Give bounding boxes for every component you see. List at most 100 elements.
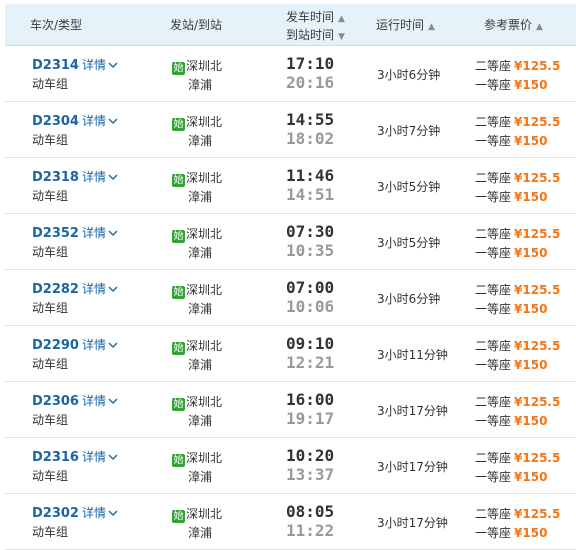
train-number-text[interactable]: D2306 <box>32 394 79 409</box>
first-class-label: 一等座 <box>475 134 512 148</box>
train-number[interactable]: D2304 详情 <box>32 112 118 129</box>
chevron-down-icon[interactable] <box>108 454 118 460</box>
detail-link[interactable]: 详情 <box>82 338 118 352</box>
train-number[interactable]: D2316 详情 <box>32 448 118 465</box>
start-station-icon: 始 <box>172 62 185 75</box>
detail-label[interactable]: 详情 <box>82 226 106 240</box>
chevron-down-icon[interactable] <box>108 342 118 348</box>
departure-time: 10:20 <box>286 446 335 465</box>
chevron-down-icon[interactable] <box>108 230 118 236</box>
detail-label[interactable]: 详情 <box>82 170 106 184</box>
arrival-time: 11:22 <box>286 521 335 540</box>
detail-link[interactable]: 详情 <box>82 114 118 128</box>
first-class-label: 一等座 <box>475 470 512 484</box>
chevron-down-icon[interactable] <box>108 118 118 124</box>
second-class-label: 二等座 <box>475 451 512 465</box>
train-number[interactable]: D2314 详情 <box>32 56 118 73</box>
header-train-type: 车次/类型 <box>30 18 83 32</box>
first-class-price-value: ¥150 <box>514 78 548 92</box>
train-number[interactable]: D2290 详情 <box>32 336 118 353</box>
departure-station: 始深圳北 <box>172 113 222 131</box>
header-price[interactable]: 参考票价 ▲ <box>484 4 543 46</box>
departure-station-name: 深圳北 <box>186 451 223 465</box>
arrival-station: 漳浦 <box>188 526 213 540</box>
sort-icon[interactable]: ▲ <box>428 6 435 48</box>
chevron-down-icon[interactable] <box>108 62 118 68</box>
arrival-time: 20:16 <box>286 73 335 92</box>
arrival-station: 漳浦 <box>188 78 213 92</box>
detail-link[interactable]: 详情 <box>82 450 118 464</box>
header-duration-label: 运行时间 <box>376 18 425 32</box>
first-class-price-value: ¥150 <box>514 190 548 204</box>
first-class-price: 一等座 ¥150 <box>475 76 547 93</box>
second-class-price: 二等座 ¥125.5 <box>475 449 560 466</box>
detail-label[interactable]: 详情 <box>82 58 106 72</box>
detail-link[interactable]: 详情 <box>82 170 118 184</box>
train-type: 动车组 <box>32 413 69 427</box>
chevron-down-icon[interactable] <box>108 398 118 404</box>
detail-link[interactable]: 详情 <box>82 282 118 296</box>
detail-label[interactable]: 详情 <box>82 114 106 128</box>
duration: 3小时7分钟 <box>377 124 441 138</box>
departure-time: 07:30 <box>286 222 335 241</box>
departure-station-name: 深圳北 <box>186 59 223 73</box>
train-number[interactable]: D2318 详情 <box>32 168 118 185</box>
second-class-price-value: ¥125.5 <box>514 171 561 185</box>
second-class-price: 二等座 ¥125.5 <box>475 393 560 410</box>
detail-label[interactable]: 详情 <box>82 282 106 296</box>
departure-time: 16:00 <box>286 390 335 409</box>
detail-link[interactable]: 详情 <box>82 506 118 520</box>
second-class-price: 二等座 ¥125.5 <box>475 505 560 522</box>
sort-icon[interactable]: ▼ <box>338 29 345 45</box>
first-class-price: 一等座 ¥150 <box>475 244 547 261</box>
chevron-down-icon[interactable] <box>108 286 118 292</box>
detail-link[interactable]: 详情 <box>82 58 118 72</box>
train-number[interactable]: D2352 详情 <box>32 224 118 241</box>
train-number-text[interactable]: D2314 <box>32 58 79 73</box>
train-number[interactable]: D2302 详情 <box>32 504 118 521</box>
second-class-price: 二等座 ¥125.5 <box>475 57 560 74</box>
train-number-text[interactable]: D2290 <box>32 338 79 353</box>
header-arrive-time[interactable]: 到站时间 ▼ <box>286 27 345 45</box>
chevron-down-icon[interactable] <box>108 174 118 180</box>
detail-link[interactable]: 详情 <box>82 394 118 408</box>
second-class-label: 二等座 <box>475 227 512 241</box>
detail-label[interactable]: 详情 <box>82 394 106 408</box>
departure-station: 始深圳北 <box>172 449 222 467</box>
header-duration[interactable]: 运行时间 ▲ <box>376 4 435 46</box>
train-number-text[interactable]: D2282 <box>32 282 79 297</box>
header-depart-time[interactable]: 发车时间 ▲ <box>286 9 345 27</box>
header-depart-time-label: 发车时间 <box>286 10 335 24</box>
train-type: 动车组 <box>32 357 69 371</box>
first-class-price-value: ¥150 <box>514 246 548 260</box>
chevron-down-icon[interactable] <box>108 510 118 516</box>
train-number-text[interactable]: D2316 <box>32 450 79 465</box>
train-number[interactable]: D2306 详情 <box>32 392 118 409</box>
detail-label[interactable]: 详情 <box>82 450 106 464</box>
train-number[interactable]: D2282 详情 <box>32 280 118 297</box>
first-class-price: 一等座 ¥150 <box>475 188 547 205</box>
detail-label[interactable]: 详情 <box>82 506 106 520</box>
train-number-text[interactable]: D2302 <box>32 506 79 521</box>
detail-label[interactable]: 详情 <box>82 338 106 352</box>
start-station-icon: 始 <box>172 230 185 243</box>
train-number-text[interactable]: D2352 <box>32 226 79 241</box>
sort-icon[interactable]: ▲ <box>536 6 543 48</box>
first-class-price: 一等座 ¥150 <box>475 524 547 541</box>
second-class-price: 二等座 ¥125.5 <box>475 337 560 354</box>
start-station-icon: 始 <box>172 454 185 467</box>
departure-station: 始深圳北 <box>172 393 222 411</box>
sort-icon[interactable]: ▲ <box>338 11 345 27</box>
first-class-label: 一等座 <box>475 78 512 92</box>
arrival-time: 12:21 <box>286 353 335 372</box>
arrival-time: 18:02 <box>286 129 335 148</box>
train-number-text[interactable]: D2318 <box>32 170 79 185</box>
duration: 3小时17分钟 <box>377 516 448 530</box>
detail-link[interactable]: 详情 <box>82 226 118 240</box>
train-number-text[interactable]: D2304 <box>32 114 79 129</box>
table-body: D2314 详情 动车组 始深圳北 漳浦 17:10 20:16 3小时6分钟 二… <box>5 46 576 550</box>
start-station-icon: 始 <box>172 118 185 131</box>
departure-station-name: 深圳北 <box>186 507 223 521</box>
first-class-price-value: ¥150 <box>514 470 548 484</box>
departure-time: 09:10 <box>286 334 335 353</box>
